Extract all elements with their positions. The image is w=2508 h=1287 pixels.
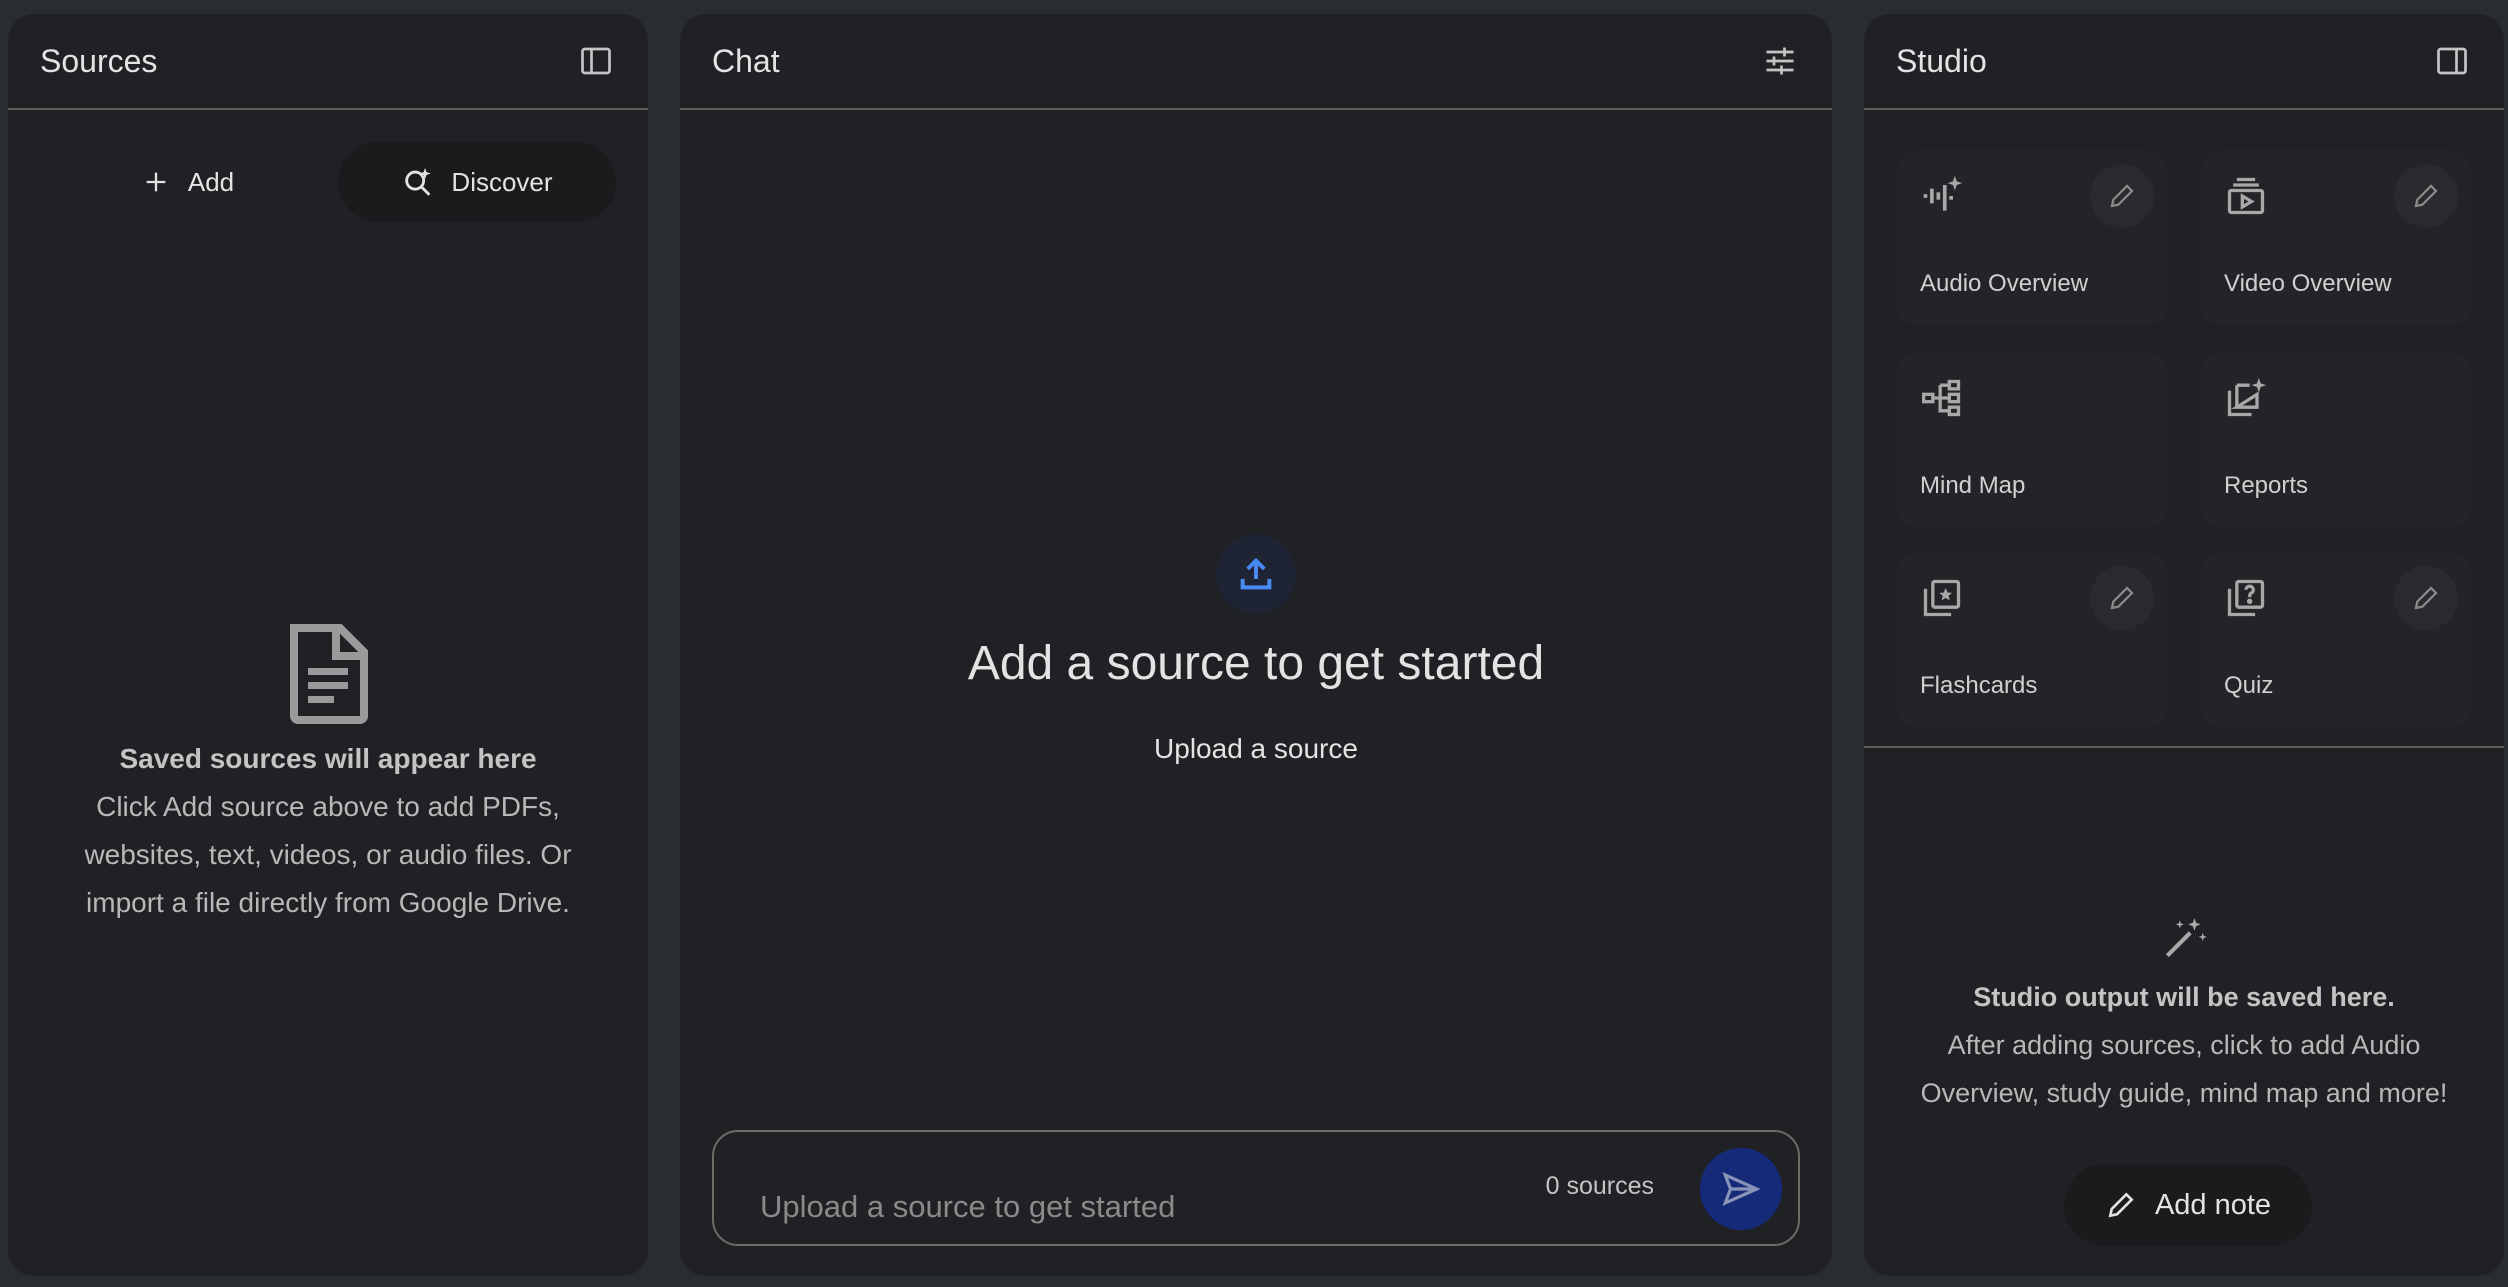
tile-label: Flashcards: [1920, 672, 2038, 699]
pencil-icon: [2414, 586, 2438, 610]
send-button[interactable]: [1700, 1148, 1782, 1230]
upload-source-link[interactable]: Upload a source: [1154, 733, 1358, 765]
search-sparkle-icon: [405, 167, 432, 196]
tile-label: Mind Map: [1920, 472, 2026, 499]
quiz-icon: [2227, 579, 2265, 617]
sources-empty-title: Saved sources will appear here: [119, 743, 537, 774]
tile-quiz[interactable]: Quiz: [2200, 552, 2472, 728]
tile-label: Audio Overview: [1920, 270, 2089, 297]
studio-empty-body: After adding sources, click to add Audio…: [1920, 1030, 2448, 1108]
magic-wand-icon: [2165, 918, 2207, 958]
studio-panel: Studio Audio Overview Video Overview Min…: [1864, 14, 2504, 1276]
collapse-panel-icon[interactable]: [2432, 41, 2472, 81]
tile-label: Reports: [2224, 472, 2309, 499]
tile-flashcards[interactable]: Flashcards: [1896, 552, 2168, 728]
edit-audio-overview-button[interactable]: [2090, 164, 2154, 228]
collapse-panel-icon[interactable]: [576, 41, 616, 81]
document-icon: [290, 624, 368, 724]
add-source-button[interactable]: Add: [108, 142, 268, 222]
add-source-label: Add: [187, 166, 235, 197]
plus-icon: [146, 172, 166, 192]
add-note-button[interactable]: Add note: [2064, 1164, 2312, 1246]
discover-label: Discover: [451, 166, 553, 197]
discover-button[interactable]: Discover: [338, 142, 616, 222]
pencil-icon: [2414, 184, 2438, 208]
studio-empty-state: Studio output will be saved here. After …: [1864, 914, 2504, 1117]
edit-flashcards-button[interactable]: [2090, 566, 2154, 630]
sources-empty-state: Saved sources will appear here Click Add…: [8, 624, 648, 927]
sources-header: Sources: [8, 14, 648, 110]
pencil-icon: [2110, 184, 2134, 208]
studio-divider: [1864, 746, 2504, 748]
reports-icon: [2227, 377, 2267, 417]
chat-input-box: 0 sources: [712, 1130, 1800, 1246]
chat-header: Chat: [680, 14, 1832, 110]
chat-heading: Add a source to get started: [967, 637, 1545, 690]
studio-empty-title: Studio output will be saved here.: [1973, 982, 2395, 1012]
studio-header: Studio: [1864, 14, 2504, 110]
send-icon: [1722, 1172, 1761, 1206]
edit-quiz-button[interactable]: [2394, 566, 2458, 630]
edit-video-overview-button[interactable]: [2394, 164, 2458, 228]
tile-video-overview[interactable]: Video Overview: [2200, 150, 2472, 326]
sources-title: Sources: [40, 42, 158, 79]
mind-map-icon: [1922, 379, 1961, 417]
tile-label: Quiz: [2224, 672, 2274, 699]
chat-input[interactable]: [760, 1182, 1460, 1232]
flashcards-icon: [1923, 579, 1961, 617]
sources-empty-body: Click Add source above to add PDFs, webs…: [84, 791, 572, 918]
tile-label: Video Overview: [2224, 270, 2392, 297]
pencil-icon: [2108, 1192, 2134, 1218]
audio-waveform-icon: [1923, 175, 1963, 211]
tune-settings-icon[interactable]: [1760, 41, 1800, 81]
video-stack-icon: [2227, 177, 2265, 215]
chat-panel: Chat Add a source to get started Upload …: [680, 14, 1832, 1276]
tile-reports[interactable]: Reports: [2200, 352, 2472, 528]
tile-audio-overview[interactable]: Audio Overview: [1896, 150, 2168, 326]
sources-panel: Sources Add Discover Saved sources will …: [8, 14, 648, 1276]
add-note-label: Add note: [2154, 1188, 2272, 1221]
studio-title: Studio: [1896, 42, 1987, 79]
chat-empty-state: Add a source to get started Upload a sou…: [680, 514, 1832, 765]
tile-mind-map[interactable]: Mind Map: [1896, 352, 2168, 528]
upload-icon[interactable]: [1216, 534, 1296, 614]
pencil-icon: [2110, 586, 2134, 610]
source-count: 0 sources: [1545, 1172, 1654, 1200]
chat-title: Chat: [712, 42, 780, 79]
